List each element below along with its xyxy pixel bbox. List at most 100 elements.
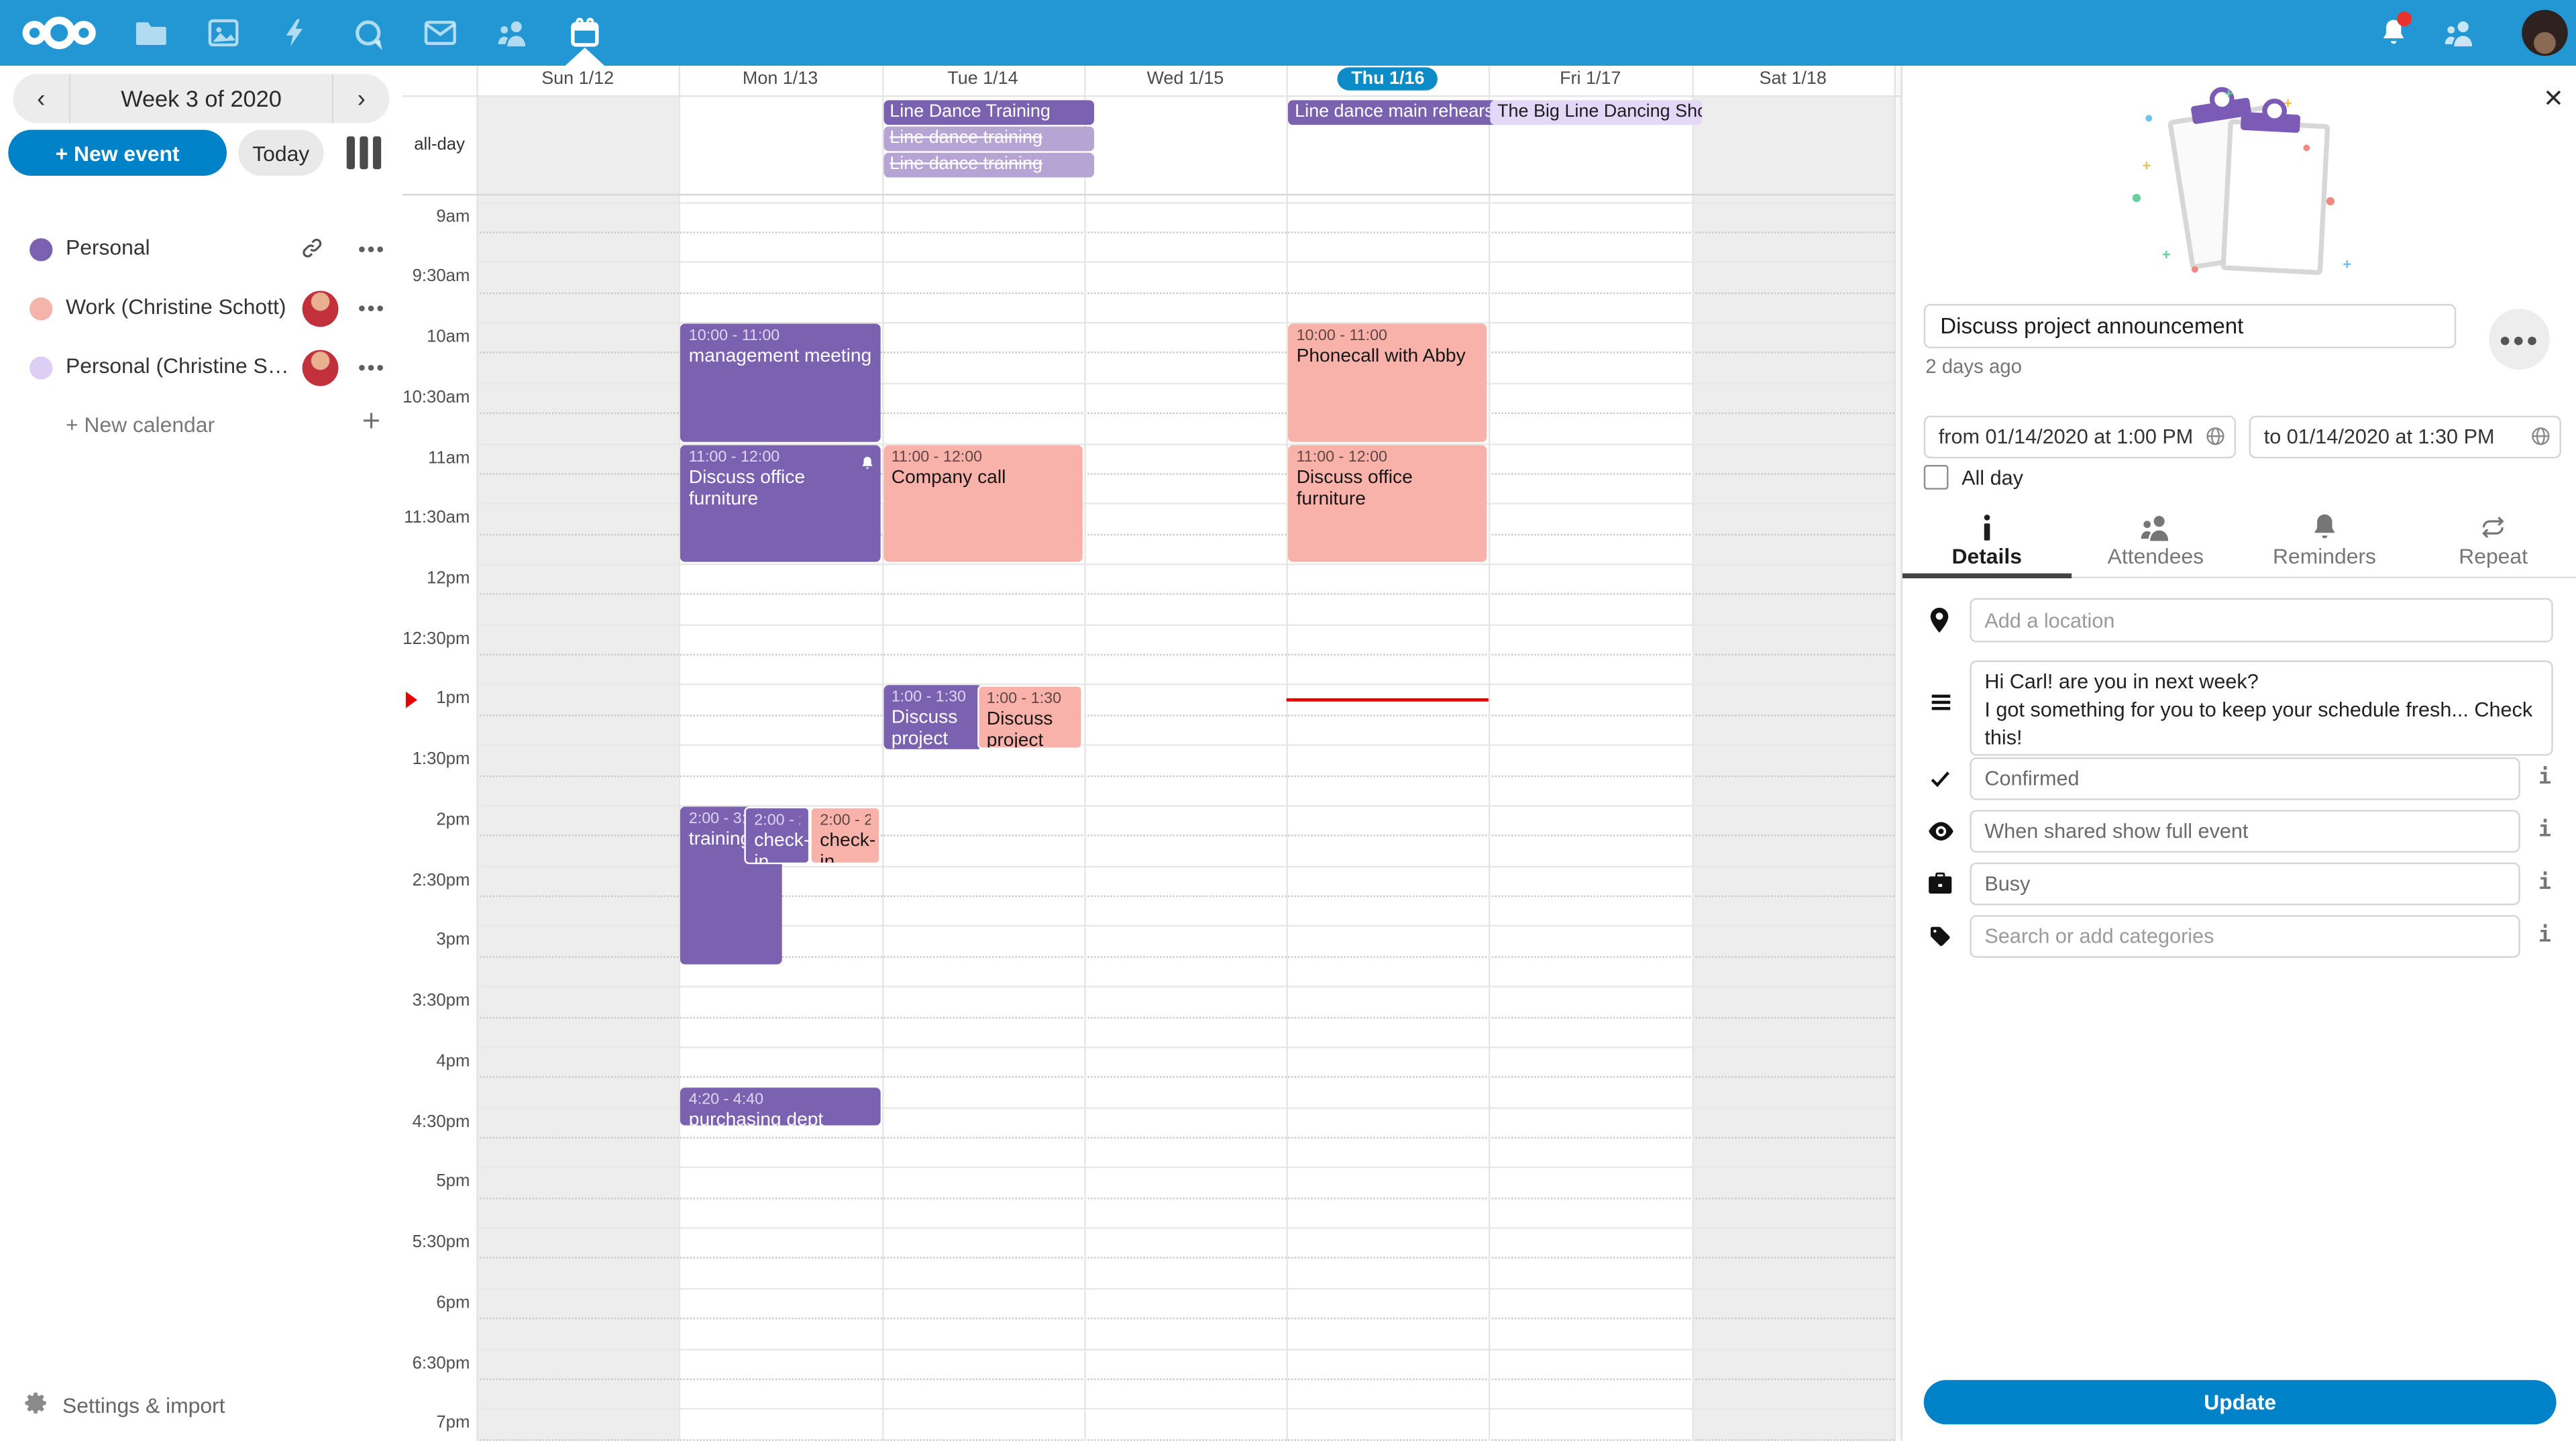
notifications-bell-icon[interactable] xyxy=(2372,11,2415,54)
new-event-button[interactable]: + New event xyxy=(8,129,227,176)
week-navigation: ‹ Week 3 of 2020 › xyxy=(13,74,390,123)
clipboard-front xyxy=(2220,119,2330,275)
calendar-event[interactable]: 10:00 - 11:00management meeting xyxy=(681,324,880,441)
calendar-event[interactable]: 2:00 - 2:30check-in xyxy=(810,806,880,863)
new-calendar-button[interactable]: + New calendar xyxy=(0,398,402,457)
close-icon[interactable]: ✕ xyxy=(2533,82,2566,115)
app-mail[interactable] xyxy=(419,11,462,54)
info-i-icon[interactable]: i xyxy=(2533,871,2556,896)
hour-line xyxy=(476,262,1894,263)
contacts-menu-people-icon[interactable] xyxy=(2438,11,2481,54)
quarter-hour-line xyxy=(476,1318,1894,1320)
time-axis-label: 4:30pm xyxy=(402,1112,470,1131)
calendar-event[interactable]: 2:00 - 2:30check-in xyxy=(745,806,810,863)
info-i-icon[interactable]: i xyxy=(2533,818,2556,843)
calendar-actions-ellipsis-icon[interactable]: ••• xyxy=(358,237,386,262)
time-axis-label: 3:30pm xyxy=(402,991,470,1010)
calendar-event[interactable]: 11:00 - 12:00Company call xyxy=(883,445,1082,562)
settings-import-label: Settings & import xyxy=(62,1393,225,1418)
time-axis-label: 6pm xyxy=(402,1293,470,1312)
property-input[interactable] xyxy=(1970,915,2520,958)
today-button[interactable]: Today xyxy=(238,129,323,176)
app-files[interactable] xyxy=(129,11,172,54)
calendar-event[interactable]: 11:00 - 12:00Discuss office furniture xyxy=(1288,445,1487,562)
day-header: Wed 1/15 xyxy=(1084,66,1287,95)
hour-line xyxy=(476,684,1894,686)
nextcloud-logo-icon[interactable] xyxy=(19,11,99,54)
all-day-event[interactable]: Line dance main rehearsal xyxy=(1288,100,1499,125)
current-day-pill: Thu 1/16 xyxy=(1338,67,1438,90)
repeat-icon xyxy=(2409,513,2576,542)
calendar-event[interactable]: 1:00 - 1:30Discuss project announcement xyxy=(883,686,983,749)
all-day-event[interactable]: The Big Line Dancing Show xyxy=(1491,100,1701,125)
previous-week-button[interactable]: ‹ xyxy=(13,85,69,113)
all-day-event[interactable]: Line dance training xyxy=(883,153,1093,178)
tab-details[interactable]: Details xyxy=(1902,509,2072,576)
event-title-input[interactable] xyxy=(1924,304,2456,348)
app-photos[interactable] xyxy=(202,11,245,54)
calendar-list-item[interactable]: Personal (Christine Schott)••• xyxy=(0,338,402,397)
tab-reminders[interactable]: Reminders xyxy=(2240,509,2409,576)
week-view-toggle-columns-icon[interactable] xyxy=(347,136,381,169)
calendar-actions-ellipsis-icon[interactable]: ••• xyxy=(358,296,386,321)
app-calendar[interactable] xyxy=(564,11,606,54)
update-button[interactable]: Update xyxy=(1924,1380,2557,1424)
calendar-event[interactable]: 10:00 - 11:00Phonecall with Abby xyxy=(1288,324,1487,441)
plus-icon[interactable] xyxy=(360,409,382,441)
time-axis-label: 11am xyxy=(402,447,470,467)
event-title-label: check-in xyxy=(754,831,800,863)
event-time-label: 11:00 - 12:00 xyxy=(892,447,1075,467)
day-header: Fri 1/17 xyxy=(1489,66,1692,95)
calendar-list-item[interactable]: Personal••• xyxy=(0,220,402,279)
hour-line xyxy=(476,1228,1894,1229)
day-header-label: Sun 1/12 xyxy=(541,69,614,89)
location-input[interactable] xyxy=(1970,598,2553,642)
editor-tabs: DetailsAttendeesRemindersRepeat xyxy=(1902,509,2576,578)
hour-line xyxy=(476,564,1894,565)
share-link-icon[interactable] xyxy=(301,237,323,268)
event-start-input[interactable] xyxy=(1924,416,2236,459)
event-end-input[interactable] xyxy=(2249,416,2561,459)
event-title-label: purchasing dept xyxy=(689,1111,872,1125)
hour-line xyxy=(476,201,1894,203)
calendar-event[interactable]: 11:00 - 12:00Discuss office furniture xyxy=(681,445,880,562)
app-activity[interactable] xyxy=(274,11,317,54)
next-week-button[interactable]: › xyxy=(333,85,389,113)
quarter-hour-line xyxy=(476,1258,1894,1259)
property-input[interactable] xyxy=(1970,863,2520,906)
calendar-actions-ellipsis-icon[interactable]: ••• xyxy=(358,355,386,380)
description-textarea[interactable]: Hi Carl! are you in next week? I got som… xyxy=(1970,660,2553,755)
all-day-event[interactable]: Line dance training xyxy=(883,127,1093,152)
weekend-shading xyxy=(1692,95,1894,1441)
property-input[interactable] xyxy=(1970,810,2520,853)
app-talk[interactable] xyxy=(347,11,390,54)
event-time-label: 11:00 - 12:00 xyxy=(1297,447,1480,467)
info-i-icon[interactable]: i xyxy=(2533,765,2556,790)
event-title-label: Phonecall with Abby xyxy=(1297,347,1480,368)
week-label: Week 3 of 2020 xyxy=(69,74,333,123)
shared-by-avatar xyxy=(303,290,339,327)
all-day-checkbox[interactable] xyxy=(1924,465,1949,490)
quarter-hour-line xyxy=(476,1016,1894,1018)
all-day-divider xyxy=(402,194,1894,195)
calendar-list-item[interactable]: Work (Christine Schott) ••• xyxy=(0,279,402,338)
hour-line xyxy=(476,1348,1894,1350)
calendar-color-dot xyxy=(30,297,52,320)
settings-import-button[interactable]: Settings & import xyxy=(23,1390,225,1422)
tab-repeat[interactable]: Repeat xyxy=(2409,509,2576,576)
calendar-event[interactable]: 4:20 - 4:40purchasing dept xyxy=(681,1088,880,1125)
day-column-border xyxy=(1894,66,1896,1441)
property-input[interactable] xyxy=(1970,757,2520,800)
tag-icon xyxy=(1929,925,1951,957)
tab-attendees[interactable]: Attendees xyxy=(2072,509,2241,576)
calendar-name-label: Work (Christine Schott) xyxy=(66,294,286,319)
time-axis-label: 6:30pm xyxy=(402,1353,470,1373)
user-avatar[interactable] xyxy=(2522,10,2568,56)
all-day-toggle[interactable]: All day xyxy=(1924,465,2023,490)
info-i-icon[interactable]: i xyxy=(2533,923,2556,948)
calendar-event[interactable]: 1:00 - 1:30Discuss project announcement xyxy=(977,686,1082,749)
gear-icon xyxy=(23,1390,49,1422)
all-day-event[interactable]: Line Dance Training xyxy=(883,100,1093,125)
event-actions-ellipsis-icon[interactable]: ●●● xyxy=(2489,309,2550,370)
app-contacts[interactable] xyxy=(491,11,534,54)
